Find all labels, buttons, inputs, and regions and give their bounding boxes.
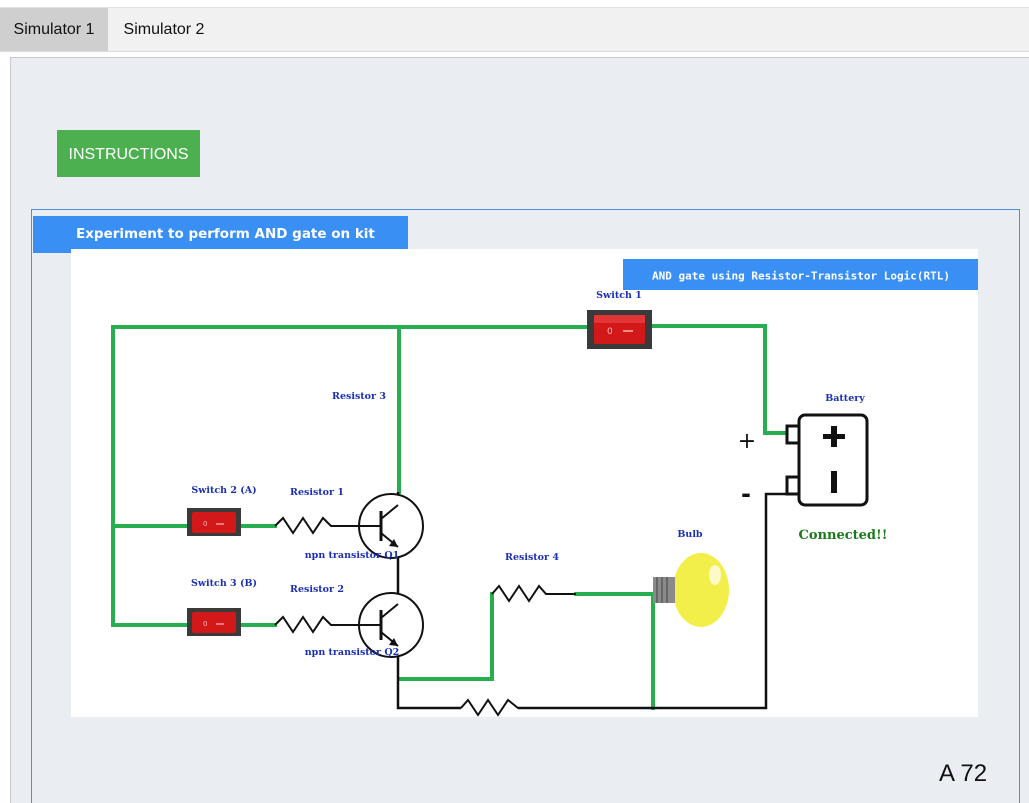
bulb bbox=[653, 553, 729, 627]
minus-terminal-label: - bbox=[741, 480, 751, 508]
tab-simulator-1[interactable]: Simulator 1 bbox=[0, 8, 108, 51]
resistor-4-symbol bbox=[491, 584, 576, 603]
plus-terminal-label: + bbox=[738, 429, 756, 454]
resistor-2-label: Resistor 2 bbox=[290, 584, 344, 595]
resistor-1-symbol bbox=[274, 516, 357, 535]
battery bbox=[785, 413, 869, 507]
tab-simulator-2[interactable]: Simulator 2 bbox=[108, 8, 220, 51]
transistor-q1-label: npn transistor Q1 bbox=[305, 550, 399, 561]
svg-text:0: 0 bbox=[203, 520, 207, 528]
resistor-2-symbol bbox=[274, 615, 357, 634]
experiment-title: Experiment to perform AND gate on kit bbox=[33, 216, 408, 253]
circuit-canvas: AND gate using Resistor-Transistor Logic… bbox=[71, 249, 978, 717]
resistor-4-label: Resistor 4 bbox=[505, 552, 559, 563]
svg-text:0: 0 bbox=[607, 327, 613, 337]
svg-text:0: 0 bbox=[203, 620, 207, 628]
circuit-title: AND gate using Resistor-Transistor Logic… bbox=[652, 270, 950, 283]
switch-3-label: Switch 3 (B) bbox=[191, 578, 257, 589]
resistors bbox=[274, 516, 576, 717]
circuit-diagram: AND gate using Resistor-Transistor Logic… bbox=[111, 259, 978, 717]
switch-2-label: Switch 2 (A) bbox=[191, 485, 256, 496]
resistor-ground-symbol bbox=[460, 698, 533, 717]
switch-1-label: Switch 1 bbox=[596, 290, 642, 301]
battery-label: Battery bbox=[825, 393, 865, 404]
switch-2[interactable]: 0 bbox=[187, 508, 241, 536]
wire-left-rail bbox=[111, 325, 189, 627]
transistor-q1 bbox=[357, 493, 424, 559]
page-number: A 72 bbox=[939, 760, 988, 787]
transistor-q2-label: npn transistor Q2 bbox=[305, 647, 399, 658]
connection-status: Connected!! bbox=[799, 528, 888, 543]
switch-1[interactable]: 0 bbox=[587, 310, 652, 349]
bulb-label: Bulb bbox=[677, 529, 703, 540]
switch-3[interactable]: 0 bbox=[187, 608, 241, 636]
resistor-3-label: Resistor 3 bbox=[332, 391, 386, 402]
black-wires bbox=[396, 492, 787, 710]
wire-switch1-to-battery bbox=[650, 324, 789, 435]
resistor-1-label: Resistor 1 bbox=[290, 487, 344, 498]
instructions-button[interactable]: INSTRUCTIONS bbox=[57, 130, 200, 177]
tab-bar: Simulator 1 Simulator 2 bbox=[0, 7, 1029, 52]
